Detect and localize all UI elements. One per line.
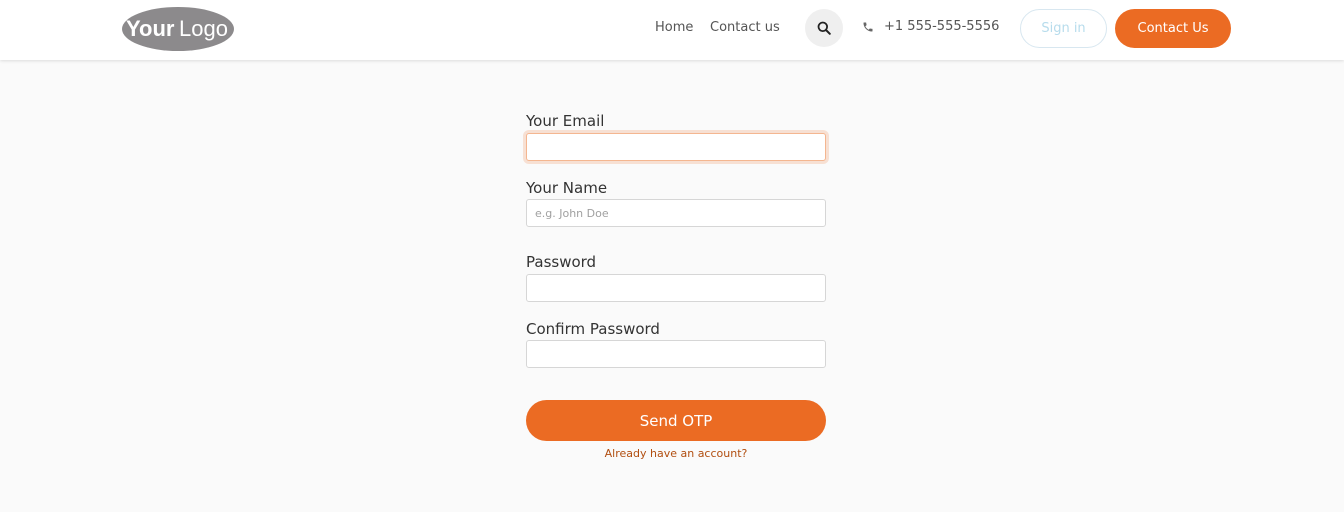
search-icon	[817, 21, 831, 35]
name-label: Your Name	[526, 179, 608, 197]
nav-home-link[interactable]: Home	[655, 20, 693, 35]
email-field[interactable]	[526, 133, 826, 161]
password-label: Password	[526, 253, 597, 271]
logo-text-light: Logo	[179, 16, 228, 41]
confirm-password-field[interactable]	[526, 340, 826, 368]
phone-icon	[862, 21, 874, 33]
phone-number: +1 555-555-5556	[884, 19, 1000, 34]
email-label: Your Email	[526, 112, 605, 130]
contact-us-button[interactable]: Contact Us	[1115, 9, 1231, 48]
confirm-password-label: Confirm Password	[526, 320, 660, 338]
nav-contact-link[interactable]: Contact us	[710, 20, 780, 35]
sign-in-button[interactable]: Sign in	[1020, 9, 1107, 48]
logo[interactable]: Your Logo	[121, 6, 235, 52]
logo-graphic: Your Logo	[122, 7, 234, 51]
logo-text-bold: Your	[126, 16, 175, 41]
password-field[interactable]	[526, 274, 826, 302]
send-otp-button[interactable]: Send OTP	[526, 400, 826, 441]
phone-contact[interactable]: +1 555-555-5556	[862, 19, 999, 34]
search-button[interactable]	[805, 9, 843, 47]
login-link[interactable]: Already have an account?	[526, 447, 826, 460]
top-navbar: Your Logo Home Contact us +1 555-555-555…	[0, 0, 1344, 60]
name-field[interactable]	[526, 199, 826, 227]
